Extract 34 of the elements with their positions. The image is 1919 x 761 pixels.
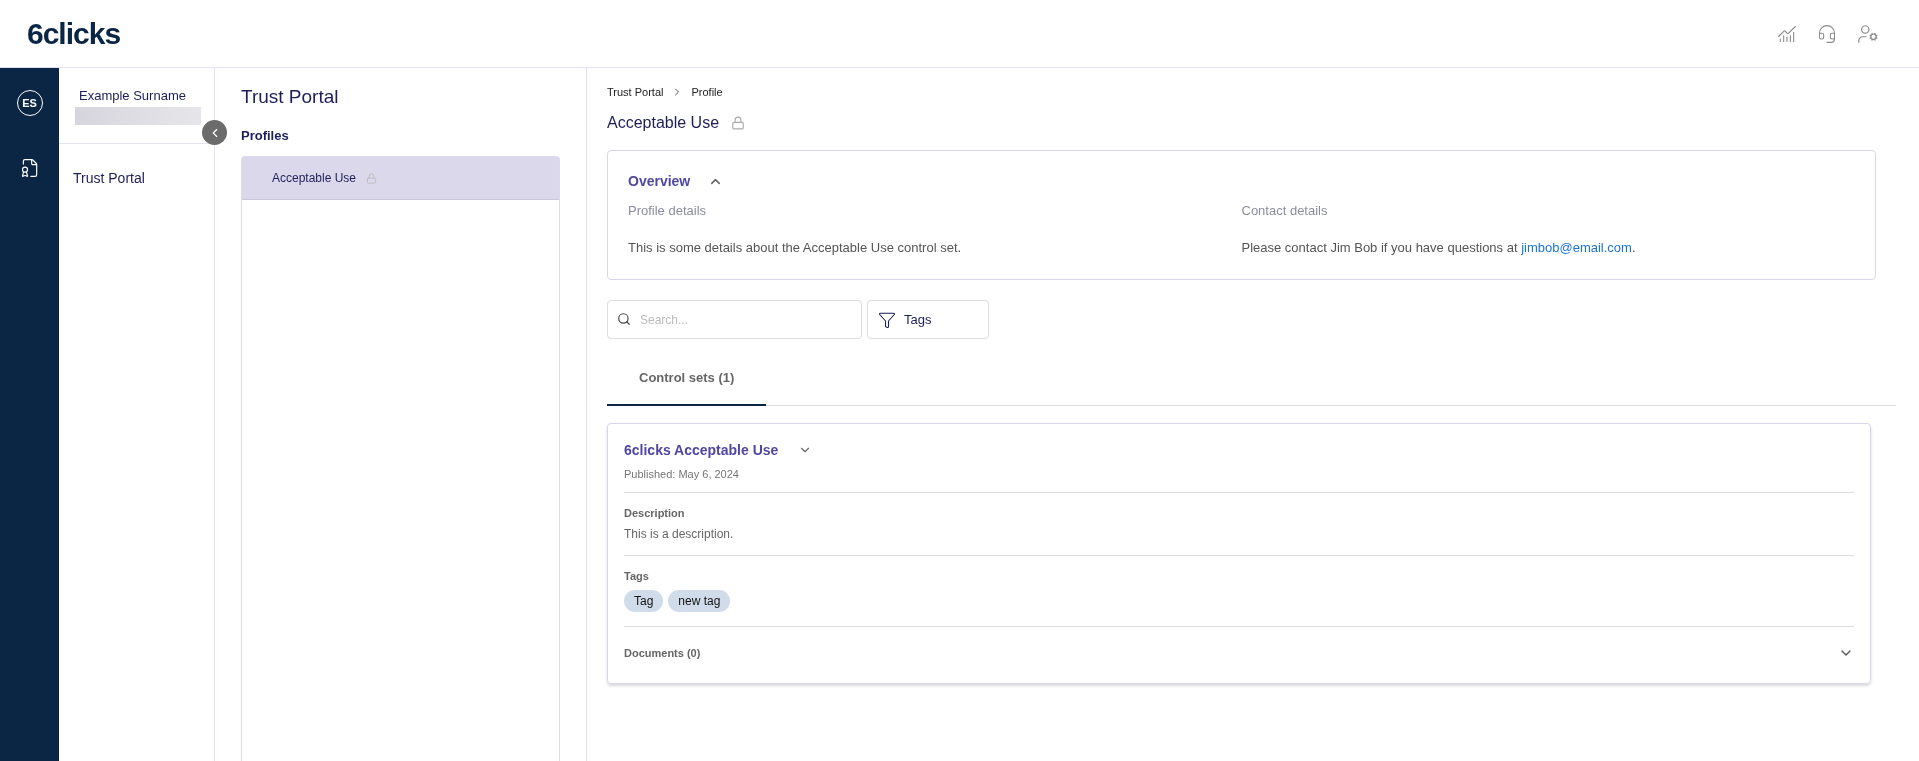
- tab[interactable]: Control sets (1): [607, 349, 767, 406]
- filter-icon: [878, 310, 896, 329]
- details-heading: Profile details: [628, 203, 708, 218]
- control-set-title[interactable]: 6clicks Acceptable Use: [624, 442, 779, 458]
- user-settings-icon[interactable]: [1857, 22, 1879, 45]
- logo: 6clicks: [27, 16, 121, 51]
- details-text: Please contact Jim Bob if you have questions at jimbob@email.com.: [1241, 240, 1637, 255]
- section-heading: Profiles: [241, 128, 290, 143]
- tag: new tag: [668, 590, 731, 612]
- published-date: Published: May 6, 2024: [624, 468, 1854, 493]
- headset-icon[interactable]: [1817, 23, 1837, 44]
- tags-filter-button[interactable]: Tags: [867, 300, 989, 339]
- tag: Tag: [624, 590, 664, 612]
- documents-label[interactable]: Documents (0): [624, 647, 701, 659]
- tags-label: Tags: [624, 570, 650, 582]
- email-link[interactable]: jimbob@email.com: [1521, 240, 1632, 255]
- chart-icon[interactable]: [1777, 23, 1797, 44]
- search-field[interactable]: Search...: [607, 300, 862, 339]
- user-name: Example Surname: [78, 88, 187, 103]
- breadcrumb-item[interactable]: Trust Portal: [607, 86, 664, 98]
- overview-title[interactable]: Overview: [628, 173, 691, 189]
- page-title: Acceptable Use: [607, 114, 720, 132]
- document-badge-icon[interactable]: [19, 158, 40, 178]
- breadcrumb-item: Profile: [691, 86, 723, 98]
- description-label: Description: [624, 507, 686, 519]
- description-text: This is a description.: [624, 527, 735, 541]
- profile-item[interactable]: Acceptable Use: [242, 157, 559, 200]
- nav-link[interactable]: Trust Portal: [73, 170, 145, 186]
- panel-title: Trust Portal: [241, 86, 340, 108]
- details-heading: Contact details: [1241, 203, 1329, 218]
- profile-name: Acceptable Use: [272, 171, 357, 185]
- search-icon: [617, 312, 631, 326]
- collapse-button[interactable]: [202, 120, 227, 145]
- details-text: This is some details about the Acceptable Use control set.: [628, 240, 963, 255]
